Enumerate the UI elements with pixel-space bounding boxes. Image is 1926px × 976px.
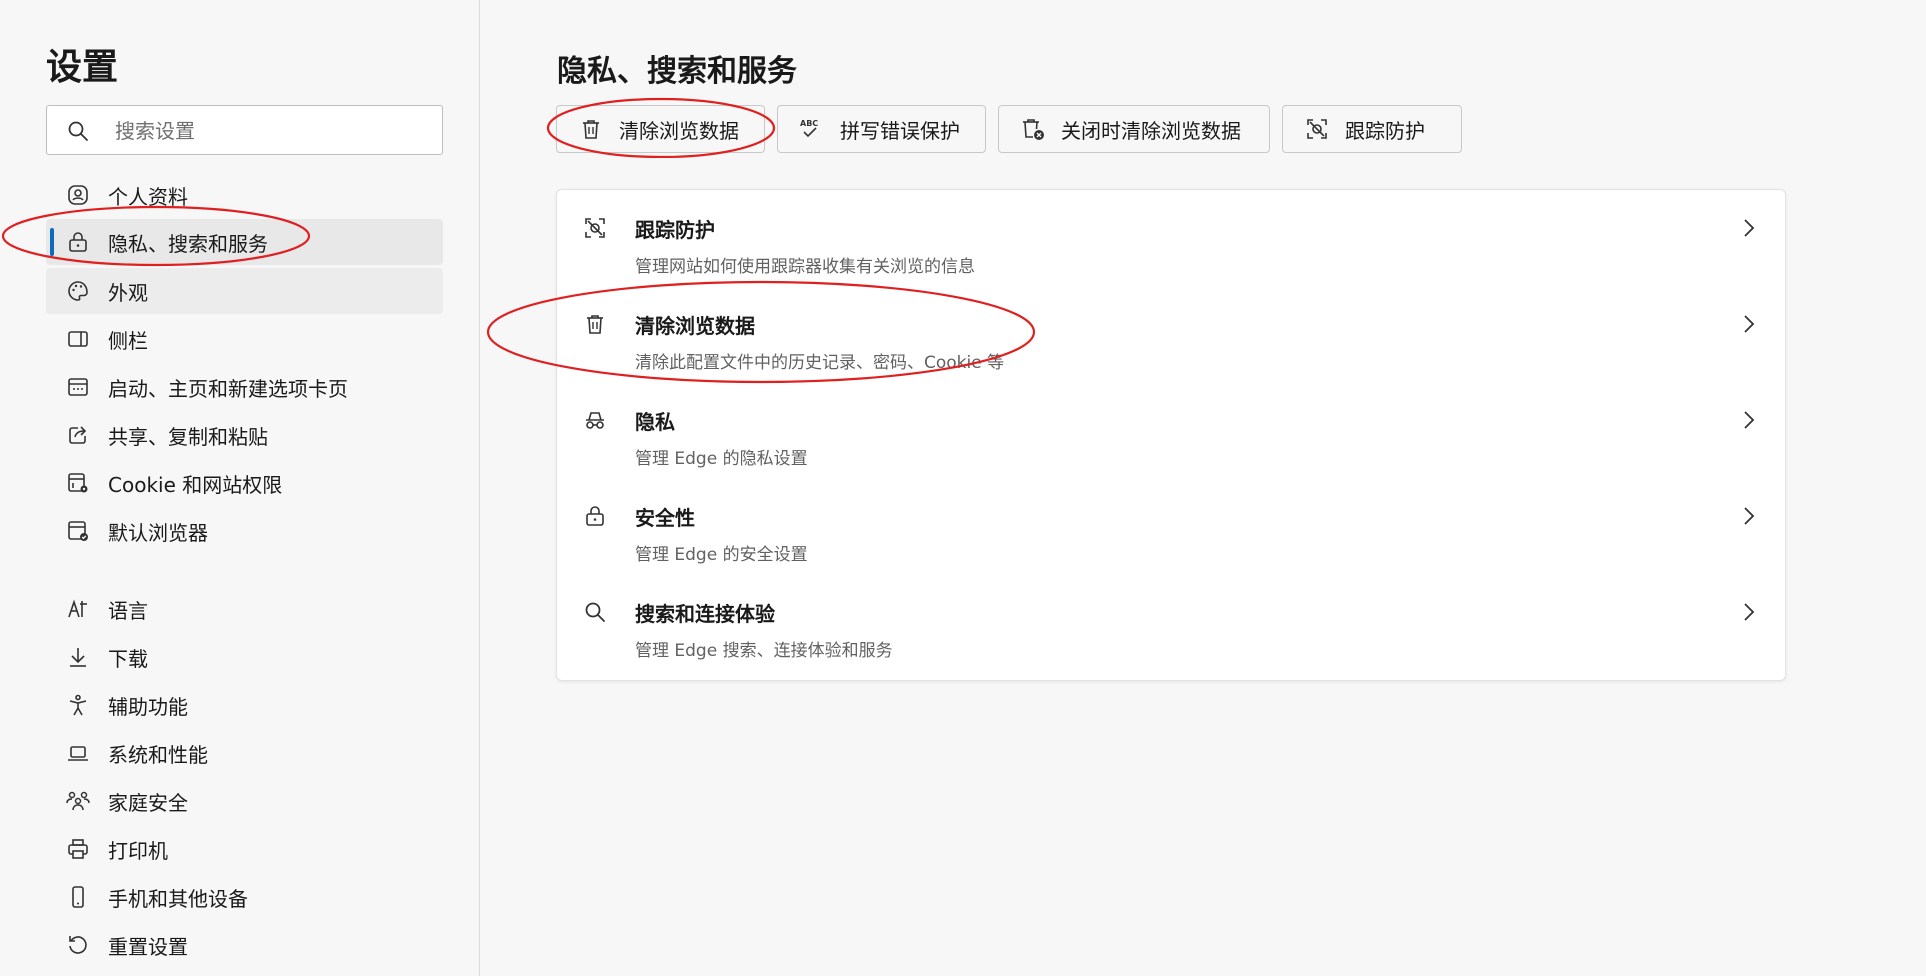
svg-text:ABC: ABC <box>800 119 818 128</box>
lock-icon <box>581 502 609 530</box>
page-title: 隐私、搜索和服务 <box>557 54 797 89</box>
clear-browsing-data-button[interactable]: 清除浏览数据 <box>556 105 765 153</box>
tracking-icon <box>1303 115 1331 143</box>
spellcheck-icon: ABC <box>798 115 826 143</box>
search-box[interactable] <box>46 105 443 155</box>
search-icon <box>68 121 88 141</box>
privacy-settings-card: 跟踪防护 管理网站如何使用跟踪器收集有关浏览的信息 清除浏览数据 清除此配置文件… <box>556 189 1786 681</box>
sidebar-item-phone[interactable]: 手机和其他设备 <box>46 874 443 920</box>
sidebar-item-share[interactable]: 共享、复制和粘贴 <box>46 412 443 458</box>
row-title: 搜索和连接体验 <box>635 602 775 626</box>
sidebar-item-label: 辅助功能 <box>108 694 188 719</box>
sidebar-item-reset[interactable]: 重置设置 <box>46 922 443 968</box>
lock-icon <box>64 228 92 256</box>
default-browser-icon <box>64 517 92 545</box>
chevron-right-icon <box>1744 411 1755 429</box>
sidebar-item-appearance[interactable]: 外观 <box>46 268 443 314</box>
row-description: 管理 Edge 搜索、连接体验和服务 <box>635 641 893 661</box>
sidebar-item-label: 外观 <box>108 280 148 305</box>
row-security[interactable]: 安全性 管理 Edge 的安全设置 <box>557 478 1785 574</box>
cookie-permissions-icon <box>64 469 92 497</box>
sidebar-item-label: 系统和性能 <box>108 742 208 767</box>
sidebar-item-label: 打印机 <box>108 838 168 863</box>
clear-on-close-button[interactable]: 关闭时清除浏览数据 <box>998 105 1270 153</box>
chevron-right-icon <box>1744 507 1755 525</box>
row-tracking-prevention[interactable]: 跟踪防护 管理网站如何使用跟踪器收集有关浏览的信息 <box>557 190 1785 286</box>
chevron-right-icon <box>1744 219 1755 237</box>
sidebar-item-language[interactable]: 语言 <box>46 586 443 632</box>
chevron-right-icon <box>1744 603 1755 621</box>
sidebar-item-profile[interactable]: 个人资料 <box>46 172 443 218</box>
toolbar-label: 清除浏览数据 <box>619 118 739 143</box>
sidebar-item-sidebar[interactable]: 侧栏 <box>46 316 443 362</box>
sidebar-item-label: 隐私、搜索和服务 <box>108 231 268 256</box>
palette-icon <box>64 277 92 305</box>
sidebar-item-default-browser[interactable]: 默认浏览器 <box>46 508 443 554</box>
tracking-icon <box>581 214 609 242</box>
sidebar-item-download[interactable]: 下载 <box>46 634 443 680</box>
laptop-icon <box>64 739 92 767</box>
language-icon <box>64 595 92 623</box>
sidebar-item-label: 重置设置 <box>108 934 188 959</box>
toolbar-label: 拼写错误保护 <box>840 118 960 143</box>
row-description: 管理 Edge 的隐私设置 <box>635 449 808 469</box>
incognito-icon <box>581 406 609 434</box>
sidebar-item-label: 侧栏 <box>108 328 148 353</box>
sidebar-item-privacy[interactable]: 隐私、搜索和服务 <box>46 219 443 265</box>
toolbar-label: 跟踪防护 <box>1345 118 1425 143</box>
sidebar-item-label: 下载 <box>108 646 148 671</box>
row-title: 安全性 <box>635 506 695 530</box>
search-input[interactable] <box>113 114 427 148</box>
active-indicator <box>50 228 54 256</box>
accessibility-icon <box>64 691 92 719</box>
sidebar-item-printer[interactable]: 打印机 <box>46 826 443 872</box>
spellcheck-protection-button[interactable]: ABC 拼写错误保护 <box>777 105 986 153</box>
settings-sidebar: 设置 个人资料 隐私、搜索和服务 外观 侧栏 启动、主页 <box>0 0 480 976</box>
row-title: 跟踪防护 <box>635 218 715 242</box>
row-description: 管理网站如何使用跟踪器收集有关浏览的信息 <box>635 257 975 277</box>
trash-clock-icon <box>1019 115 1047 143</box>
sidebar-title: 设置 <box>46 47 119 88</box>
sidebar-item-label: 手机和其他设备 <box>108 886 248 911</box>
row-search-services[interactable]: 搜索和连接体验 管理 Edge 搜索、连接体验和服务 <box>557 574 1785 670</box>
printer-icon <box>64 835 92 863</box>
home-tabs-icon <box>64 373 92 401</box>
row-privacy[interactable]: 隐私 管理 Edge 的隐私设置 <box>557 382 1785 478</box>
sidebar-icon <box>64 325 92 353</box>
sidebar-item-label: 家庭安全 <box>108 790 188 815</box>
sidebar-item-cookies[interactable]: Cookie 和网站权限 <box>46 460 443 506</box>
sidebar-item-label: 个人资料 <box>108 184 188 209</box>
row-clear-browsing-data[interactable]: 清除浏览数据 清除此配置文件中的历史记录、密码、Cookie 等 <box>557 286 1785 382</box>
search-icon <box>581 598 609 626</box>
tracking-prevention-button[interactable]: 跟踪防护 <box>1282 105 1462 153</box>
profile-icon <box>64 181 92 209</box>
sidebar-item-label: Cookie 和网站权限 <box>108 472 283 497</box>
reset-icon <box>64 931 92 959</box>
sidebar-item-label: 默认浏览器 <box>108 520 208 545</box>
sidebar-item-label: 语言 <box>108 598 148 623</box>
sidebar-item-family[interactable]: 家庭安全 <box>46 778 443 824</box>
sidebar-item-label: 启动、主页和新建选项卡页 <box>108 376 348 401</box>
chevron-right-icon <box>1744 315 1755 333</box>
sidebar-item-label: 共享、复制和粘贴 <box>108 424 268 449</box>
row-title: 清除浏览数据 <box>635 314 755 338</box>
row-description: 管理 Edge 的安全设置 <box>635 545 808 565</box>
phone-icon <box>64 883 92 911</box>
sidebar-item-system[interactable]: 系统和性能 <box>46 730 443 776</box>
row-title: 隐私 <box>635 410 675 434</box>
trash-icon <box>581 310 609 338</box>
toolbar-label: 关闭时清除浏览数据 <box>1061 118 1241 143</box>
share-icon <box>64 421 92 449</box>
row-description: 清除此配置文件中的历史记录、密码、Cookie 等 <box>635 353 1005 373</box>
sidebar-item-startup[interactable]: 启动、主页和新建选项卡页 <box>46 364 443 410</box>
sidebar-item-accessibility[interactable]: 辅助功能 <box>46 682 443 728</box>
download-icon <box>64 643 92 671</box>
trash-icon <box>577 115 605 143</box>
family-icon <box>64 787 92 815</box>
